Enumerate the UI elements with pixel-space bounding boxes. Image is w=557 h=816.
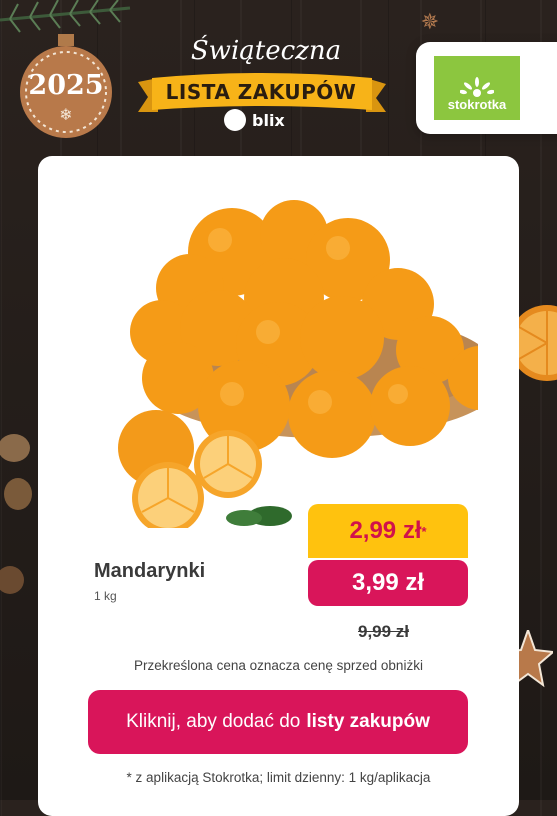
add-to-shopping-list-button[interactable]: Kliknij, aby dodać do listy zakupów xyxy=(88,690,468,754)
star-anise-icon: ✵ xyxy=(420,10,439,35)
tangerines-image xyxy=(118,200,478,528)
blix-logo-icon xyxy=(224,109,246,131)
product-card[interactable]: 2,99 zł * 3,99 zł 9,99 zł Mandarynki 1 kg… xyxy=(38,156,519,816)
blix-brand: blix xyxy=(224,108,285,132)
product-unit: 1 kg xyxy=(94,589,117,603)
store-name: stokrotka xyxy=(447,97,507,112)
regular-price-badge: 3,99 zł xyxy=(308,560,468,606)
cta-bold: listy zakupów xyxy=(306,711,430,732)
promo-price-asterisk: * xyxy=(421,523,427,539)
svg-text:❄: ❄ xyxy=(59,105,72,124)
walnut-decoration xyxy=(0,434,32,594)
store-logo-card: stokrotka xyxy=(416,42,557,134)
gingerbread-ornament: ❄ 2025 xyxy=(14,34,118,138)
banner-script-title: Świąteczna xyxy=(190,36,342,66)
product-name: Mandarynki xyxy=(94,560,206,582)
promo-price-badge: 2,99 zł * xyxy=(308,504,468,558)
banner-title: LISTA ZAKUPÓW xyxy=(165,80,357,104)
price-note: Przekreślona cena oznacza cenę sprzed ob… xyxy=(134,658,423,673)
footnote: * z aplikacją Stokrotka; limit dzienny: … xyxy=(126,770,431,785)
regular-price: 3,99 zł xyxy=(351,569,425,596)
daisy-icon xyxy=(460,77,494,97)
stokrotka-logo: stokrotka xyxy=(434,56,520,120)
cta-prefix: Kliknij, aby dodać do xyxy=(126,711,301,732)
blix-brand-label: blix xyxy=(252,110,285,130)
promo-price: 2,99 zł xyxy=(349,517,422,544)
holiday-banner: Świąteczna LISTA ZAKUPÓW blix xyxy=(130,36,388,134)
old-price: 9,99 zł xyxy=(358,622,410,641)
ornament-year: 2025 xyxy=(28,70,104,101)
